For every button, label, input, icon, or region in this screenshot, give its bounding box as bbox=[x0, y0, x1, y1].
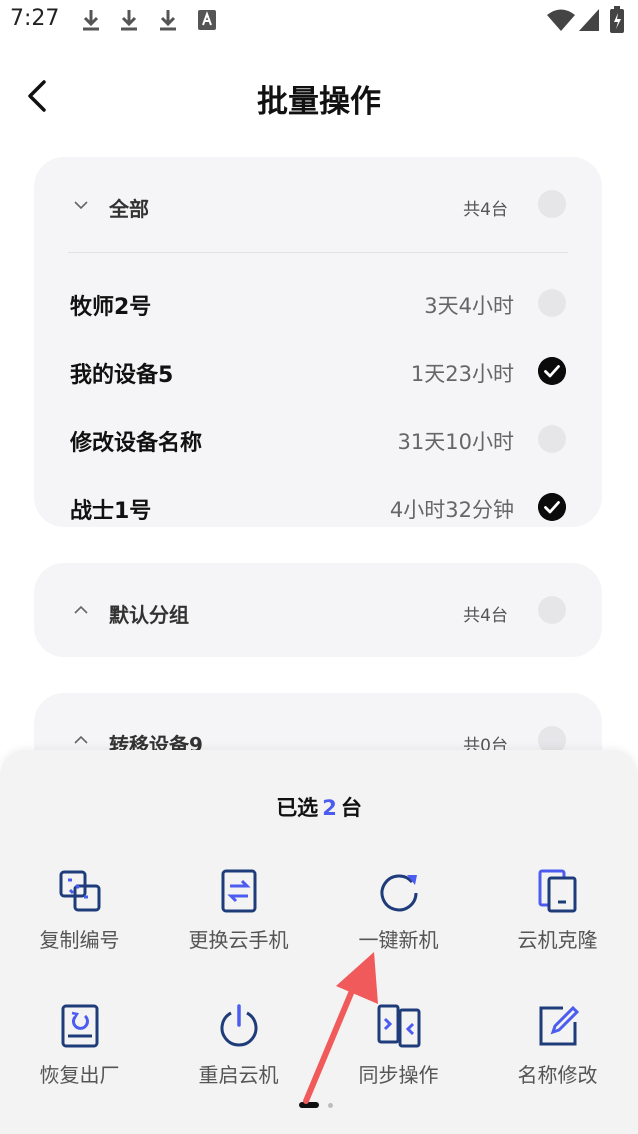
swap-phone-button[interactable]: 更换云手机 bbox=[159, 868, 318, 968]
group-name: 全部 bbox=[109, 197, 149, 221]
group-card-default: 默认分组 共4台 bbox=[34, 563, 602, 657]
chevron-down-icon bbox=[74, 201, 88, 210]
status-bar: 7:27 bbox=[0, 0, 638, 42]
annotation-arrow-icon bbox=[303, 952, 378, 1104]
power-icon bbox=[220, 1004, 257, 1047]
group-count: 共4台 bbox=[463, 200, 508, 220]
device-time: 31天10小时 bbox=[397, 430, 514, 454]
download-icon bbox=[83, 10, 99, 31]
device-time: 3天4小时 bbox=[424, 294, 514, 318]
device-row[interactable]: 牧师2号 3天4小时 bbox=[34, 273, 602, 333]
chevron-up-icon bbox=[74, 605, 88, 614]
device-select-radio[interactable] bbox=[538, 289, 566, 317]
selection-suffix: 台 bbox=[340, 796, 362, 820]
action-label: 名称修改 bbox=[517, 1063, 598, 1087]
action-label: 复制编号 bbox=[39, 928, 120, 952]
download-icon bbox=[160, 10, 176, 31]
device-time: 4小时32分钟 bbox=[389, 498, 514, 522]
checkmark-icon[interactable] bbox=[538, 357, 566, 385]
reboot-button[interactable]: 重启云机 bbox=[159, 1003, 318, 1103]
rename-button[interactable]: 名称修改 bbox=[478, 1003, 637, 1103]
device-name: 牧师2号 bbox=[70, 295, 152, 320]
copy-id-icon bbox=[59, 870, 100, 912]
group-header-all[interactable]: 全部 共4台 bbox=[34, 157, 602, 251]
checkmark-icon[interactable] bbox=[538, 493, 566, 521]
copy-id-button[interactable]: 复制编号 bbox=[0, 868, 159, 968]
device-row[interactable]: 我的设备5 1天23小时 bbox=[34, 341, 602, 401]
action-label: 云机克隆 bbox=[517, 928, 598, 952]
selection-prefix: 已选 bbox=[276, 796, 319, 820]
action-label: 更换云手机 bbox=[188, 928, 289, 952]
device-time: 1天23小时 bbox=[410, 362, 514, 386]
clone-button[interactable]: 云机克隆 bbox=[478, 868, 637, 968]
page-title: 批量操作 bbox=[257, 84, 381, 120]
app-notification-icon bbox=[198, 10, 216, 30]
action-label: 恢复出厂 bbox=[39, 1063, 120, 1087]
device-name: 战士1号 bbox=[70, 499, 152, 524]
group-header-default[interactable]: 默认分组 共4台 bbox=[34, 563, 602, 657]
battery-icon bbox=[610, 6, 624, 33]
divider bbox=[68, 252, 568, 253]
device-name: 我的设备5 bbox=[70, 363, 174, 388]
download-icon bbox=[121, 10, 137, 31]
device-name: 修改设备名称 bbox=[70, 431, 203, 456]
selection-summary: 已选 2 台 bbox=[0, 792, 638, 822]
refresh-icon bbox=[380, 874, 417, 912]
action-label: 重启云机 bbox=[198, 1063, 279, 1087]
swap-phone-icon bbox=[221, 869, 256, 913]
device-row[interactable]: 战士1号 4小时32分钟 bbox=[34, 477, 602, 537]
edit-icon bbox=[539, 1005, 579, 1046]
factory-reset-button[interactable]: 恢复出厂 bbox=[0, 1003, 159, 1103]
factory-reset-icon bbox=[61, 1004, 98, 1048]
group-name: 默认分组 bbox=[109, 603, 189, 627]
clone-icon bbox=[538, 869, 576, 913]
wifi-icon bbox=[547, 9, 575, 31]
selection-count: 2 bbox=[322, 796, 337, 820]
signal-icon bbox=[579, 9, 599, 31]
chevron-up-icon bbox=[74, 735, 88, 744]
group-select-radio[interactable] bbox=[538, 596, 566, 624]
device-select-radio[interactable] bbox=[538, 425, 566, 453]
group-card-all: 全部 共4台 牧师2号 3天4小时 我的设备5 1天23小时 修改设备名称 31… bbox=[34, 157, 602, 527]
group-count: 共4台 bbox=[463, 606, 508, 626]
status-time: 7:27 bbox=[10, 6, 60, 31]
device-row[interactable]: 修改设备名称 31天10小时 bbox=[34, 409, 602, 469]
group-select-radio[interactable] bbox=[538, 190, 566, 218]
